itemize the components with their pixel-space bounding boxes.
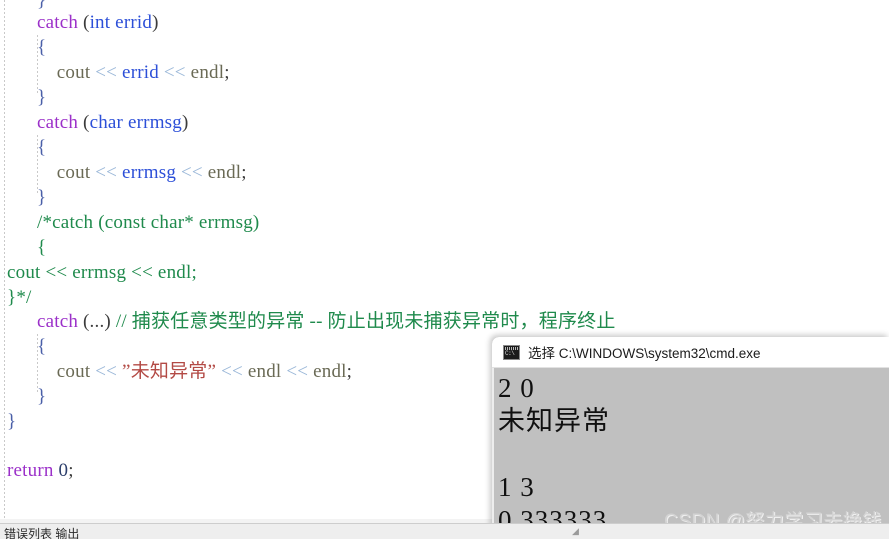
code-line: { (37, 235, 46, 260)
code-line: { (37, 334, 46, 359)
code-token: endl (242, 361, 287, 382)
code-token: catch (37, 311, 84, 332)
code-token: cout << errmsg << endl; (7, 262, 197, 283)
code-token: int (89, 12, 111, 33)
code-line: catch (int errid) (37, 10, 159, 35)
code-line: return 0; (7, 458, 74, 483)
bottom-output-panel[interactable]: 错误列表 输出 ◢ (0, 523, 889, 539)
code-token: (...) (83, 311, 116, 332)
code-token: char (89, 112, 124, 133)
code-token: } (37, 187, 47, 208)
code-line: } (37, 85, 46, 110)
code-line: cout << errmsg << endl; (37, 160, 247, 185)
code-line: }*/ (7, 285, 32, 310)
code-token: errmsg (117, 162, 181, 183)
console-output-line: 1 3 (498, 472, 535, 502)
code-token: << (95, 361, 118, 382)
code-token: /*catch (const char* errmsg) (37, 212, 260, 233)
code-token: endl (185, 62, 225, 83)
code-token: } (37, 87, 47, 108)
code-token: << (286, 361, 309, 382)
indent-guide (4, 0, 5, 523)
code-token: cout (37, 162, 96, 183)
code-line: cout << errid << endl; (37, 60, 230, 85)
code-token: cout (37, 62, 96, 83)
code-token: errid (117, 62, 164, 83)
code-token: ; (224, 62, 230, 83)
bottom-panel-label: 错误列表 输出 (4, 527, 80, 539)
code-line: /*catch (const char* errmsg) (37, 210, 259, 235)
code-line: } (37, 384, 46, 409)
code-token: catch (37, 12, 84, 33)
code-token: ; (241, 162, 247, 183)
code-line: } (37, 185, 46, 210)
code-token: << (221, 361, 243, 382)
code-line: { (37, 35, 46, 60)
code-token: return (7, 460, 54, 481)
code-token: }*/ (7, 287, 32, 308)
code-token: endl (308, 361, 347, 382)
console-titlebar[interactable]: 选择 C:\WINDOWS\system32\cmd.exe (492, 337, 889, 368)
code-token: << (95, 162, 118, 183)
code-line: cout << ”未知异常” << endl << endl; (37, 359, 352, 384)
code-token: cout (37, 361, 96, 382)
console-output-line: 未知异常 (498, 406, 610, 436)
code-token: } (37, 386, 47, 407)
code-token: } (7, 411, 17, 432)
resize-handle-icon[interactable]: ◢ (572, 527, 580, 536)
cmd-icon (503, 344, 520, 360)
code-token: ) (152, 12, 159, 33)
code-token: ; (346, 361, 353, 382)
code-line: } (7, 409, 16, 434)
code-token: ) (181, 112, 189, 133)
code-token: catch (37, 112, 84, 133)
code-token: errid (110, 12, 153, 33)
code-token: 0 (58, 460, 69, 481)
code-token: { (37, 336, 47, 357)
code-line: catch (char errmsg) (37, 110, 189, 135)
code-token: { (37, 237, 47, 258)
code-token: ”未知异常” (117, 361, 222, 382)
code-token: << (180, 162, 203, 183)
console-output-line: 2 0 (498, 373, 535, 403)
console-title-text: 选择 C:\WINDOWS\system32\cmd.exe (528, 346, 761, 361)
code-token: // 捕获任意类型的异常 -- 防止出现未捕获异常时，程序终止 (115, 311, 616, 332)
code-token: { (37, 137, 47, 158)
code-line: cout << errmsg << endl; (7, 260, 197, 285)
code-line: catch (...) // 捕获任意类型的异常 -- 防止出现未捕获异常时，程… (37, 309, 616, 334)
code-token: { (37, 37, 47, 58)
console-left-edge (492, 368, 494, 539)
code-token: errmsg (123, 112, 182, 133)
code-token: << (95, 62, 118, 83)
code-line: { (37, 135, 46, 160)
code-token: ; (68, 460, 74, 481)
code-token: << (163, 62, 186, 83)
code-token: endl (202, 162, 242, 183)
